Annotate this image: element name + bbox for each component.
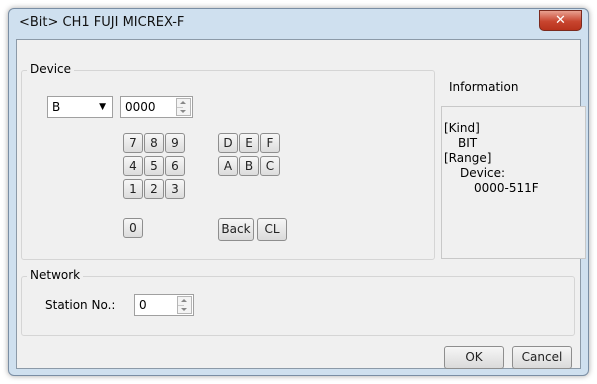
key-f[interactable]: F: [260, 133, 280, 153]
key-0[interactable]: 0: [123, 218, 143, 238]
information-panel: [Kind] BIT [Range] Device: 0000-511F: [441, 106, 586, 259]
key-c[interactable]: C: [260, 156, 280, 176]
key-9[interactable]: 9: [165, 133, 185, 153]
key-d[interactable]: D: [218, 133, 238, 153]
key-5[interactable]: 5: [144, 156, 164, 176]
ok-button[interactable]: OK: [444, 346, 504, 369]
station-number-stepper[interactable]: 0: [134, 294, 194, 316]
close-button[interactable]: ✕: [539, 10, 582, 31]
info-kind-header: [Kind]: [444, 121, 480, 135]
key-2[interactable]: 2: [144, 179, 164, 199]
network-group-label: Network: [27, 268, 84, 282]
info-range-sub: Device:: [460, 166, 506, 180]
spin-arrows-icon[interactable]: [176, 98, 191, 116]
chevron-down-icon: ▼: [99, 102, 106, 112]
dialog-window: <Bit> CH1 FUJI MICREX-F ✕ Device B ▼ 000…: [8, 8, 589, 376]
device-type-value: B: [52, 100, 61, 114]
key-b[interactable]: B: [239, 156, 259, 176]
dialog-client-area: Device B ▼ 0000 7 8 9 4 5 6 1 2 3 0 D E …: [16, 39, 586, 369]
key-4[interactable]: 4: [123, 156, 143, 176]
info-kind-value: BIT: [458, 136, 478, 150]
close-icon: ✕: [555, 13, 566, 28]
window-title: <Bit> CH1 FUJI MICREX-F: [19, 15, 185, 30]
station-number-label: Station No.:: [45, 298, 116, 312]
device-type-dropdown[interactable]: B ▼: [47, 96, 113, 118]
info-range-header: [Range]: [444, 151, 492, 165]
key-e[interactable]: E: [239, 133, 259, 153]
info-range-value: 0000-511F: [474, 181, 539, 195]
key-a[interactable]: A: [218, 156, 238, 176]
cancel-button[interactable]: Cancel: [512, 346, 572, 369]
key-3[interactable]: 3: [165, 179, 185, 199]
clear-button[interactable]: CL: [257, 218, 287, 241]
device-address-value: 0000: [125, 100, 156, 114]
key-8[interactable]: 8: [144, 133, 164, 153]
key-1[interactable]: 1: [123, 179, 143, 199]
device-address-stepper[interactable]: 0000: [120, 96, 193, 118]
device-group-label: Device: [27, 62, 75, 76]
key-7[interactable]: 7: [123, 133, 143, 153]
station-number-value: 0: [139, 298, 147, 312]
spin-arrows-icon[interactable]: [177, 296, 192, 314]
key-6[interactable]: 6: [165, 156, 185, 176]
information-label: Information: [449, 80, 519, 94]
back-button[interactable]: Back: [218, 218, 254, 241]
